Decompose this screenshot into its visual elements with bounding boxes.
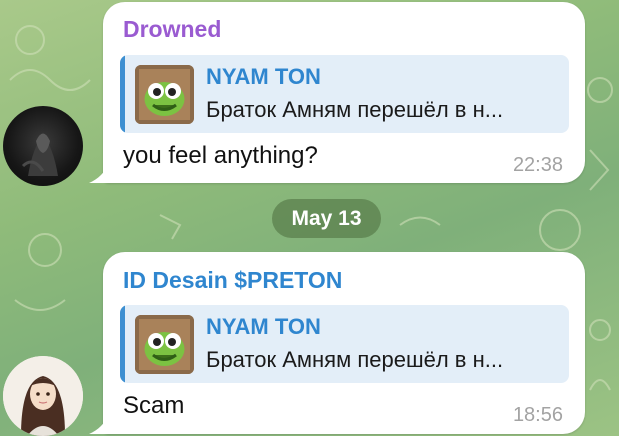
avatar-image bbox=[3, 356, 83, 436]
date-separator: May 13 bbox=[272, 199, 381, 238]
sender-avatar[interactable] bbox=[3, 356, 83, 436]
bubble-tail bbox=[89, 414, 109, 434]
reply-text: Браток Амням перешёл в н... bbox=[206, 347, 504, 372]
message-time: 18:56 bbox=[512, 404, 563, 426]
reply-text: Браток Амням перешёл в н... bbox=[206, 97, 504, 122]
reply-preview[interactable]: NYAM TON Браток Амням перешёл в н... bbox=[120, 55, 569, 133]
bubble-tail bbox=[89, 163, 109, 183]
reply-accent-bar bbox=[120, 55, 125, 133]
message-text: Scam bbox=[123, 392, 185, 419]
reply-thumbnail bbox=[135, 315, 194, 374]
reply-title: NYAM TON bbox=[206, 64, 321, 89]
message-time: 22:38 bbox=[512, 154, 563, 176]
message-bubble[interactable]: Drowned NYAM TON Браток Амням перешёл в … bbox=[89, 2, 585, 183]
reply-title: NYAM TON bbox=[206, 314, 321, 339]
sender-name[interactable]: ID Desain $PRETON bbox=[123, 267, 342, 294]
reply-preview[interactable]: NYAM TON Браток Амням перешёл в н... bbox=[120, 305, 569, 383]
reply-thumbnail bbox=[135, 65, 194, 124]
avatar-image bbox=[21, 133, 58, 176]
reply-accent-bar bbox=[120, 305, 125, 383]
message-text: you feel anything? bbox=[123, 142, 318, 169]
sender-name[interactable]: Drowned bbox=[123, 16, 221, 43]
message-bubble[interactable]: ID Desain $PRETON NYAM TON Браток Амням … bbox=[89, 252, 585, 434]
sender-avatar[interactable] bbox=[3, 106, 83, 186]
